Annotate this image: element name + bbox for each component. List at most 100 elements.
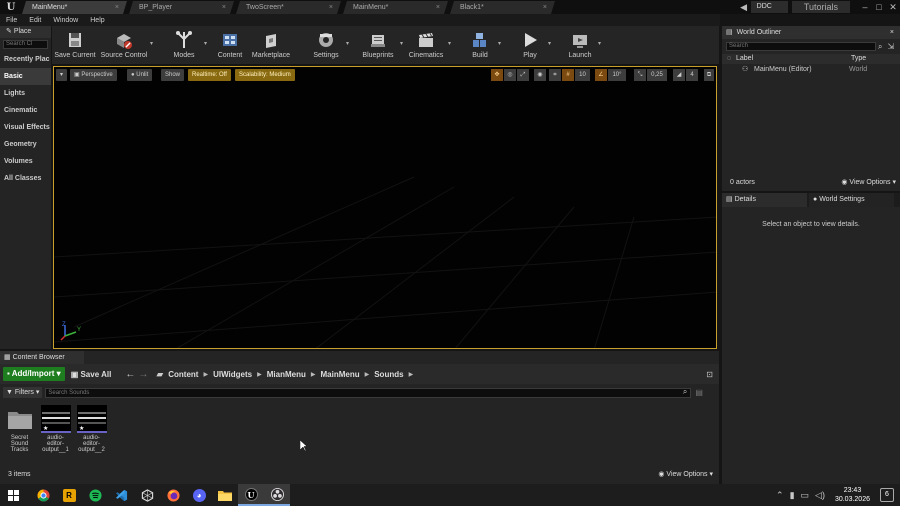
microphone-icon[interactable]: ▮ [790,490,795,501]
close-window-icon[interactable]: ✕ [886,2,900,13]
place-search-input[interactable]: Search Cl [3,40,48,49]
forward-arrow-icon[interactable]: → [138,369,148,380]
asset-sound-wave[interactable]: ★ audio-editor-output__1 [39,405,72,453]
place-category-geometry[interactable]: Geometry [0,136,51,153]
scale-icon[interactable]: ⤢ [517,69,529,81]
menu-window[interactable]: Window [47,17,84,24]
close-icon[interactable]: × [222,1,226,14]
globe-icon[interactable]: ◎ [504,69,516,81]
perspective-button[interactable]: ▣ Perspective [70,69,117,81]
chevron-down-icon[interactable]: ▾ [598,40,601,47]
scalability-button[interactable]: Scalability: Medium [235,69,295,81]
menu-file[interactable]: File [0,17,23,24]
notification-center-button[interactable]: 6 [880,488,894,502]
type-column-header[interactable]: Type [851,54,891,64]
chrome-app[interactable] [30,484,56,506]
breadcrumb-separator-icon[interactable]: ▶ [203,371,208,378]
tutorials-button[interactable]: Tutorials [791,1,850,13]
file-explorer-app[interactable] [212,484,238,506]
place-category-volumes[interactable]: Volumes [0,153,51,170]
grid-snap-value[interactable]: 10 [575,69,590,81]
maximize-viewport-icon[interactable]: ⧉ [704,69,714,81]
doc-tab-2[interactable]: TwoScreen* × [236,1,341,14]
scale-snap-value[interactable]: 0,25 [647,69,667,81]
rider-app[interactable]: R [56,484,82,506]
outliner-row[interactable]: ⚇ MainMenu (Editor) World [722,64,900,76]
chevron-down-icon[interactable]: ▾ [400,40,403,47]
filters-button[interactable]: ▼ Filters ▾ [3,387,43,398]
chevron-down-icon[interactable]: ▾ [448,40,451,47]
place-category-basic[interactable]: Basic [0,68,51,85]
blueprints-button[interactable]: Blueprints ▾ [356,26,403,64]
breadcrumb-uiwidgets[interactable]: UIWidgets [213,370,252,379]
cinematics-button[interactable]: Cinematics ▾ [404,26,451,64]
close-icon[interactable]: × [890,26,894,39]
chevron-down-icon[interactable]: ▾ [498,40,501,47]
build-button[interactable]: Build ▾ [462,26,501,64]
place-tab[interactable]: ✎ Place [0,26,51,38]
breadcrumb-separator-icon[interactable]: ▶ [409,371,414,378]
feedback-icon[interactable]: ◀ [737,2,751,13]
add-import-button[interactable]: ▪ Add/Import ▾ [3,367,65,381]
label-column-header[interactable]: Label [736,54,851,64]
doc-tab-3[interactable]: MainMenu* × [343,1,448,14]
breadcrumb-separator-icon[interactable]: ▶ [311,371,316,378]
breadcrumb-separator-icon[interactable]: ▶ [257,371,262,378]
breadcrumb-separator-icon[interactable]: ▶ [365,371,370,378]
source-control-button[interactable]: Source Control ▾ [98,26,153,64]
lock-icon[interactable]: ⊡ [706,370,713,379]
rotation-snap-value[interactable]: 10° [608,69,626,81]
breadcrumb-mianmenu[interactable]: MianMenu [267,370,306,379]
chevron-down-icon[interactable]: ▾ [346,40,349,47]
close-icon[interactable]: × [115,1,119,14]
clock[interactable]: 23:43 30.03.2026 [835,486,870,504]
menu-help[interactable]: Help [84,17,110,24]
breadcrumb-sounds[interactable]: Sounds [374,370,403,379]
discord-app[interactable]: ◕ [186,484,212,506]
camera-speed-value[interactable]: 4 [686,69,698,81]
breadcrumb-content[interactable]: Content [168,370,198,379]
spotify-app[interactable] [82,484,108,506]
obs-app[interactable] [264,484,290,506]
settings-button[interactable]: Settings ▾ [306,26,349,64]
close-icon[interactable]: × [329,1,333,14]
doc-tab-0[interactable]: MainMenu* × [22,1,127,14]
save-all-button[interactable]: ▣ Save All [71,370,112,379]
breadcrumb-mainmenu[interactable]: MainMenu [320,370,359,379]
content-button[interactable]: Content [210,26,250,64]
doc-tab-4[interactable]: Black1* × [450,1,555,14]
save-current-button[interactable]: Save Current [52,26,98,64]
play-button[interactable]: Play ▾ [512,26,551,64]
chevron-down-icon[interactable]: ▾ [150,40,153,47]
grid-snap-icon[interactable]: # [562,69,574,81]
world-local-icon[interactable]: ◉ [534,69,546,81]
launch-button[interactable]: Launch ▾ [562,26,601,64]
details-tab[interactable]: ▤ Details [722,193,807,207]
close-icon[interactable]: × [436,1,440,14]
place-category-lights[interactable]: Lights [0,85,51,102]
marketplace-button[interactable]: Marketplace [250,26,292,64]
unreal-editor-app[interactable]: U [238,484,264,506]
start-button[interactable] [0,484,26,506]
asset-sound-wave[interactable]: ★ audio-editor-output__2 [75,405,108,453]
network-icon[interactable]: ▭ [801,490,810,501]
place-category-visual-effects[interactable]: Visual Effects [0,119,51,136]
place-category-cinematic[interactable]: Cinematic [0,102,51,119]
unreal-logo-icon[interactable]: U [0,0,22,14]
firefox-app[interactable] [160,484,186,506]
maximize-icon[interactable]: □ [872,2,886,12]
minimize-icon[interactable]: – [858,2,872,12]
save-search-icon[interactable]: ▤ [695,388,703,397]
asset-folder[interactable]: Secret Sound Tracks [3,405,36,453]
scale-snap-icon[interactable]: ⤡ [634,69,646,81]
close-icon[interactable]: × [543,1,547,14]
place-category-recent[interactable]: Recently Plac [0,51,51,68]
chevron-down-icon[interactable]: ▾ [548,40,551,47]
unity-hub-app[interactable] [134,484,160,506]
level-viewport[interactable]: ▾ ▣ Perspective ● Unlit Show Realtime: O… [53,66,717,349]
content-view-options[interactable]: ◉ View Options ▾ [658,466,713,484]
place-category-all-classes[interactable]: All Classes [0,170,51,187]
select-mode-icon[interactable]: ✥ [491,69,503,81]
world-outliner-tab[interactable]: ▤ World Outliner × [722,26,900,39]
show-button[interactable]: Show [161,69,185,81]
